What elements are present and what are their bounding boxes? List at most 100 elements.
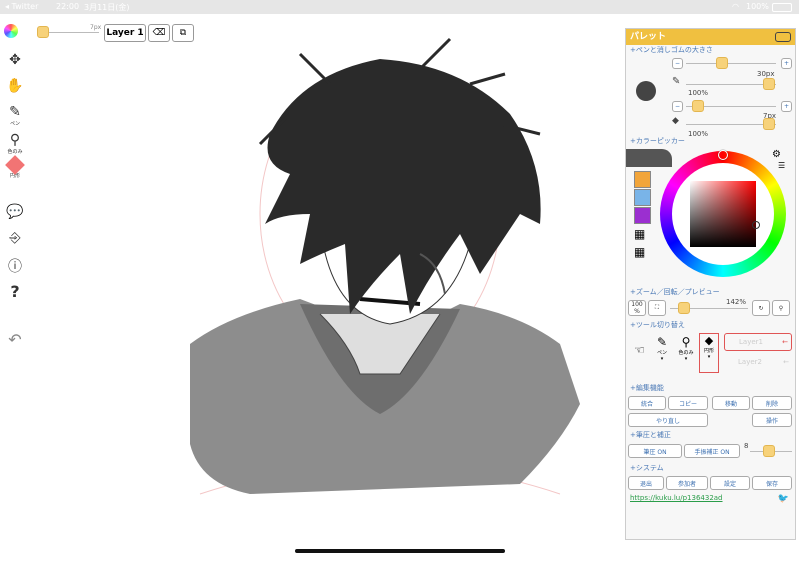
dropper-icon: ⚲ <box>9 132 21 148</box>
color-list-icon[interactable]: ☰ <box>778 161 785 170</box>
zoom-100-button[interactable]: 100 % <box>628 300 646 316</box>
wifi-icon: ◠ <box>732 2 739 11</box>
layer2-switch[interactable]: Layer2 ← <box>724 354 792 372</box>
palette-grid-add-icon[interactable]: ▦ <box>634 227 645 241</box>
color-only-tool[interactable]: ⚲ 色のみ <box>4 132 26 155</box>
save-button[interactable]: 保存 <box>752 476 792 490</box>
exit-label: 退出 <box>639 480 652 488</box>
eraser-icon[interactable]: ⌫ <box>148 24 170 42</box>
dropper-icon: ⚲ <box>681 335 691 349</box>
sketch-drawing <box>190 37 580 495</box>
pen-size-knob[interactable] <box>716 57 728 69</box>
chat-icon[interactable]: 💬 <box>4 204 26 220</box>
crop-icon[interactable]: ⧉ <box>172 24 194 42</box>
exit-button[interactable]: 退出 <box>628 476 664 490</box>
move-icon[interactable]: ✥ <box>4 52 26 68</box>
eraser-opacity-value: 100% <box>688 130 709 138</box>
current-color-tab <box>626 149 672 167</box>
collapse-toggle[interactable] <box>775 32 791 42</box>
url-row: https://kuku.lu/p136432ad 🐦 <box>626 494 795 506</box>
pen-opacity-knob[interactable] <box>763 78 775 90</box>
rotate-reset-icon[interactable]: ↻ <box>752 300 770 316</box>
stabilizer-toggle[interactable]: 手振補正 ON <box>684 444 740 458</box>
delete-label: 削除 <box>765 400 778 408</box>
pen-eraser-section-title: +ペンと消しゴムの大きさ <box>630 46 713 54</box>
color-picker-area: ▦ ▦ ⚙ ☰ <box>626 147 795 287</box>
swatch-purple[interactable] <box>634 207 651 224</box>
pen-size-plus[interactable]: + <box>781 58 792 69</box>
stabilizer-knob[interactable] <box>763 445 775 457</box>
brush-size-slider-knob[interactable] <box>37 26 49 38</box>
magnify-icon[interactable]: ⚲ <box>772 300 790 316</box>
hue-ring[interactable] <box>660 150 786 277</box>
room-url-link[interactable]: https://kuku.lu/p136432ad <box>630 494 723 502</box>
exit-door-icon[interactable]: ⎆ <box>4 230 26 246</box>
status-date: 3月11日(金) <box>84 3 130 12</box>
tool-pen[interactable]: ✎ ペン ▾ <box>652 335 672 375</box>
stabilizer-value: 8 <box>744 442 749 450</box>
hue-handle[interactable] <box>718 150 728 160</box>
undo-icon[interactable]: ↶ <box>4 330 26 349</box>
layer1-switch[interactable]: Layer1 ← <box>724 333 792 351</box>
participants-button[interactable]: 参加者 <box>666 476 708 490</box>
tool-circle[interactable]: ◆ 円形 ▾ <box>699 333 719 373</box>
drawing-canvas[interactable] <box>0 14 625 558</box>
brush-size-value: 7px <box>90 24 102 31</box>
zoom-100-label: 100 <box>631 301 643 308</box>
merge-button[interactable]: 統合 <box>628 396 666 410</box>
settings-button[interactable]: 設定 <box>710 476 750 490</box>
pen-tool[interactable]: ✎ ペン <box>4 104 26 127</box>
pen-tool-label: ペン <box>9 121 20 127</box>
color-settings-icon[interactable]: ⚙ <box>772 149 781 160</box>
pen-size-track <box>686 63 776 64</box>
swatch-orange[interactable] <box>634 171 651 188</box>
swatch-blue[interactable] <box>634 189 651 206</box>
stabilizer-label: 手振補正 ON <box>694 448 730 456</box>
pressure-section-title: +筆圧と補正 <box>630 431 671 439</box>
hand-tool-icon[interactable]: ☜ <box>634 343 645 357</box>
pen-size-minus[interactable]: − <box>672 58 683 69</box>
pressure-toggle[interactable]: 筆圧 ON <box>628 444 682 458</box>
zoom-area: 100 % ⛶ 142% ↻ ⚲ <box>626 298 795 320</box>
info-icon[interactable]: ⓘ <box>4 256 26 276</box>
twitter-icon[interactable]: 🐦 <box>778 494 789 504</box>
delete-button[interactable]: 削除 <box>752 396 792 410</box>
move-button[interactable]: 移動 <box>712 396 750 410</box>
pen-icon: ✎ <box>656 335 668 349</box>
copy-button[interactable]: コピー <box>668 396 708 410</box>
color-wheel-icon[interactable] <box>4 24 18 38</box>
eraser-size-minus[interactable]: − <box>672 101 683 112</box>
battery-icon <box>772 3 792 12</box>
sv-handle[interactable] <box>752 221 760 229</box>
back-to-app[interactable]: ◂ Twitter <box>5 2 38 11</box>
saturation-value-square[interactable] <box>690 181 756 247</box>
operate-button[interactable]: 操作 <box>752 413 792 427</box>
eraser-opacity-knob[interactable] <box>763 118 775 130</box>
eraser-size-knob[interactable] <box>692 100 704 112</box>
palette-header: パレット <box>626 29 795 45</box>
tool-color-only[interactable]: ⚲ 色のみ ▾ <box>676 335 696 375</box>
eraser-size-plus[interactable]: + <box>781 101 792 112</box>
operate-label: 操作 <box>765 417 778 425</box>
layer2-label: Layer2 <box>738 358 762 366</box>
zoom-percent-label: % <box>634 308 640 315</box>
pen-icon: ✎ <box>672 76 681 87</box>
edit-section-title: +編集機能 <box>630 384 664 392</box>
status-bar: ◂ Twitter 22:00 3月11日(金) ◠ 100% <box>0 0 799 14</box>
home-indicator <box>295 549 505 553</box>
move-label: 移動 <box>724 400 737 408</box>
pen-size-value: 30px <box>757 70 775 78</box>
hand-icon[interactable]: ✋ <box>4 78 26 94</box>
circle-eraser-tool[interactable]: 円形 <box>4 155 26 179</box>
palette-grid-icon[interactable]: ▦ <box>634 245 645 259</box>
status-time: 22:00 <box>56 2 80 11</box>
redo-button[interactable]: やり直し <box>628 413 708 427</box>
zoom-knob[interactable] <box>678 302 690 314</box>
layer-button[interactable]: Layer 1 <box>104 24 146 42</box>
color-picker-section-title: +カラーピッカー <box>630 137 685 145</box>
fit-screen-icon[interactable]: ⛶ <box>648 300 666 316</box>
eraser-icon: ◆ <box>704 334 714 347</box>
pen-opacity-value: 100% <box>688 89 709 97</box>
pen-eraser-size-area: − + 30px ✎ 100% − + 7px ◆ 100% <box>626 56 795 138</box>
help-icon[interactable]: ? <box>4 282 26 301</box>
